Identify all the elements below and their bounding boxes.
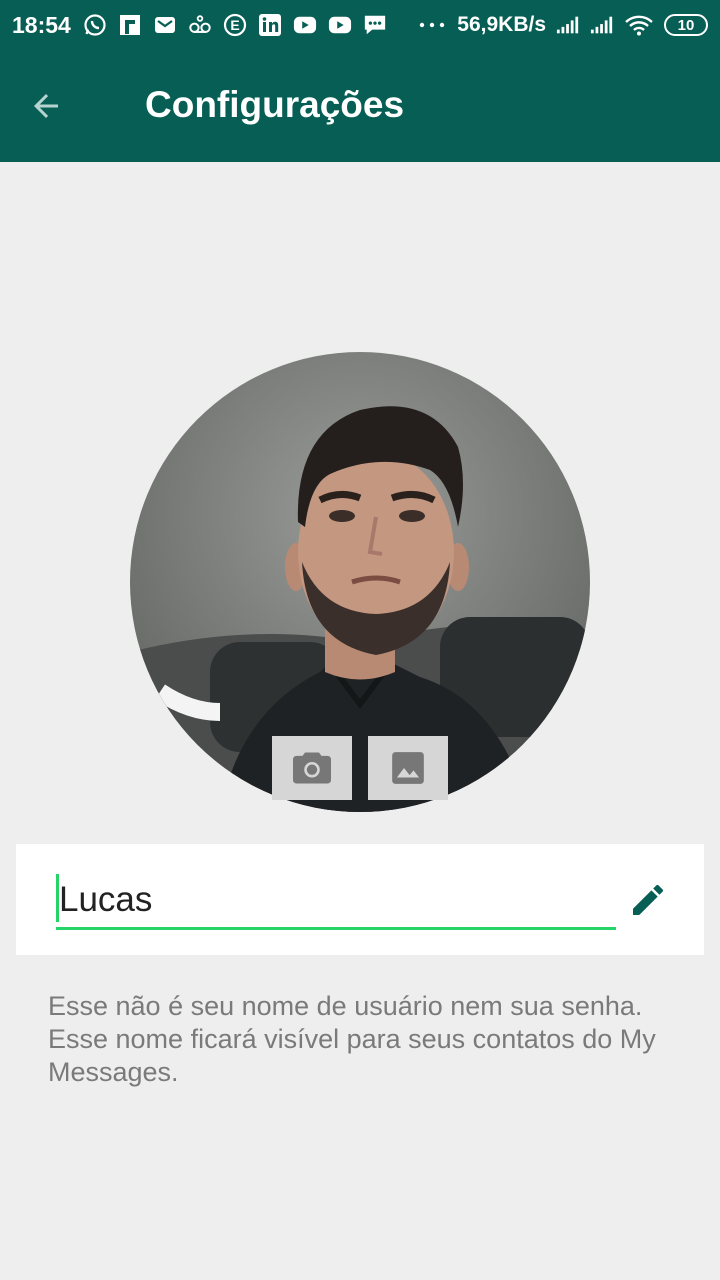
- wifi-icon: [624, 13, 654, 37]
- back-button[interactable]: [22, 82, 70, 130]
- status-bar: 18:54 E 56,9KB/s 10: [0, 0, 720, 50]
- gmail-icon: [153, 13, 177, 37]
- pencil-icon: [633, 884, 663, 915]
- gallery-button[interactable]: [368, 736, 448, 800]
- page-title: Configurações: [145, 84, 405, 125]
- svg-text:E: E: [230, 17, 239, 33]
- app-toolbar: Configurações: [0, 50, 720, 162]
- more-notifications-icon: [417, 13, 447, 37]
- helper-text: Esse não é seu nome de usuário nem sua s…: [48, 991, 656, 1087]
- text-cursor: [56, 874, 59, 922]
- edit-name-button[interactable]: [624, 876, 672, 924]
- youtube-icon: [328, 13, 352, 37]
- voicemail-icon: [188, 13, 212, 37]
- name-input[interactable]: [56, 872, 616, 930]
- back-arrow-icon: [34, 94, 58, 118]
- name-card: [16, 844, 704, 955]
- image-icon: [392, 752, 424, 784]
- camera-button[interactable]: [272, 736, 352, 800]
- signal-icon: [556, 13, 580, 37]
- status-time: 18:54: [12, 11, 71, 38]
- flipboard-icon: [118, 13, 142, 37]
- signal-icon: [590, 13, 614, 37]
- app-e-icon: E: [223, 13, 247, 37]
- status-right: 56,9KB/s 10: [417, 13, 708, 37]
- battery-indicator: 10: [664, 14, 708, 36]
- message-icon: [363, 13, 387, 37]
- network-speed: 56,9KB/s: [457, 13, 546, 36]
- profile-avatar[interactable]: [130, 352, 590, 812]
- whatsapp-icon: [83, 13, 107, 37]
- linkedin-icon: [258, 13, 282, 37]
- camera-icon: [293, 752, 331, 784]
- notification-icons: E: [83, 13, 387, 37]
- youtube-icon: [293, 13, 317, 37]
